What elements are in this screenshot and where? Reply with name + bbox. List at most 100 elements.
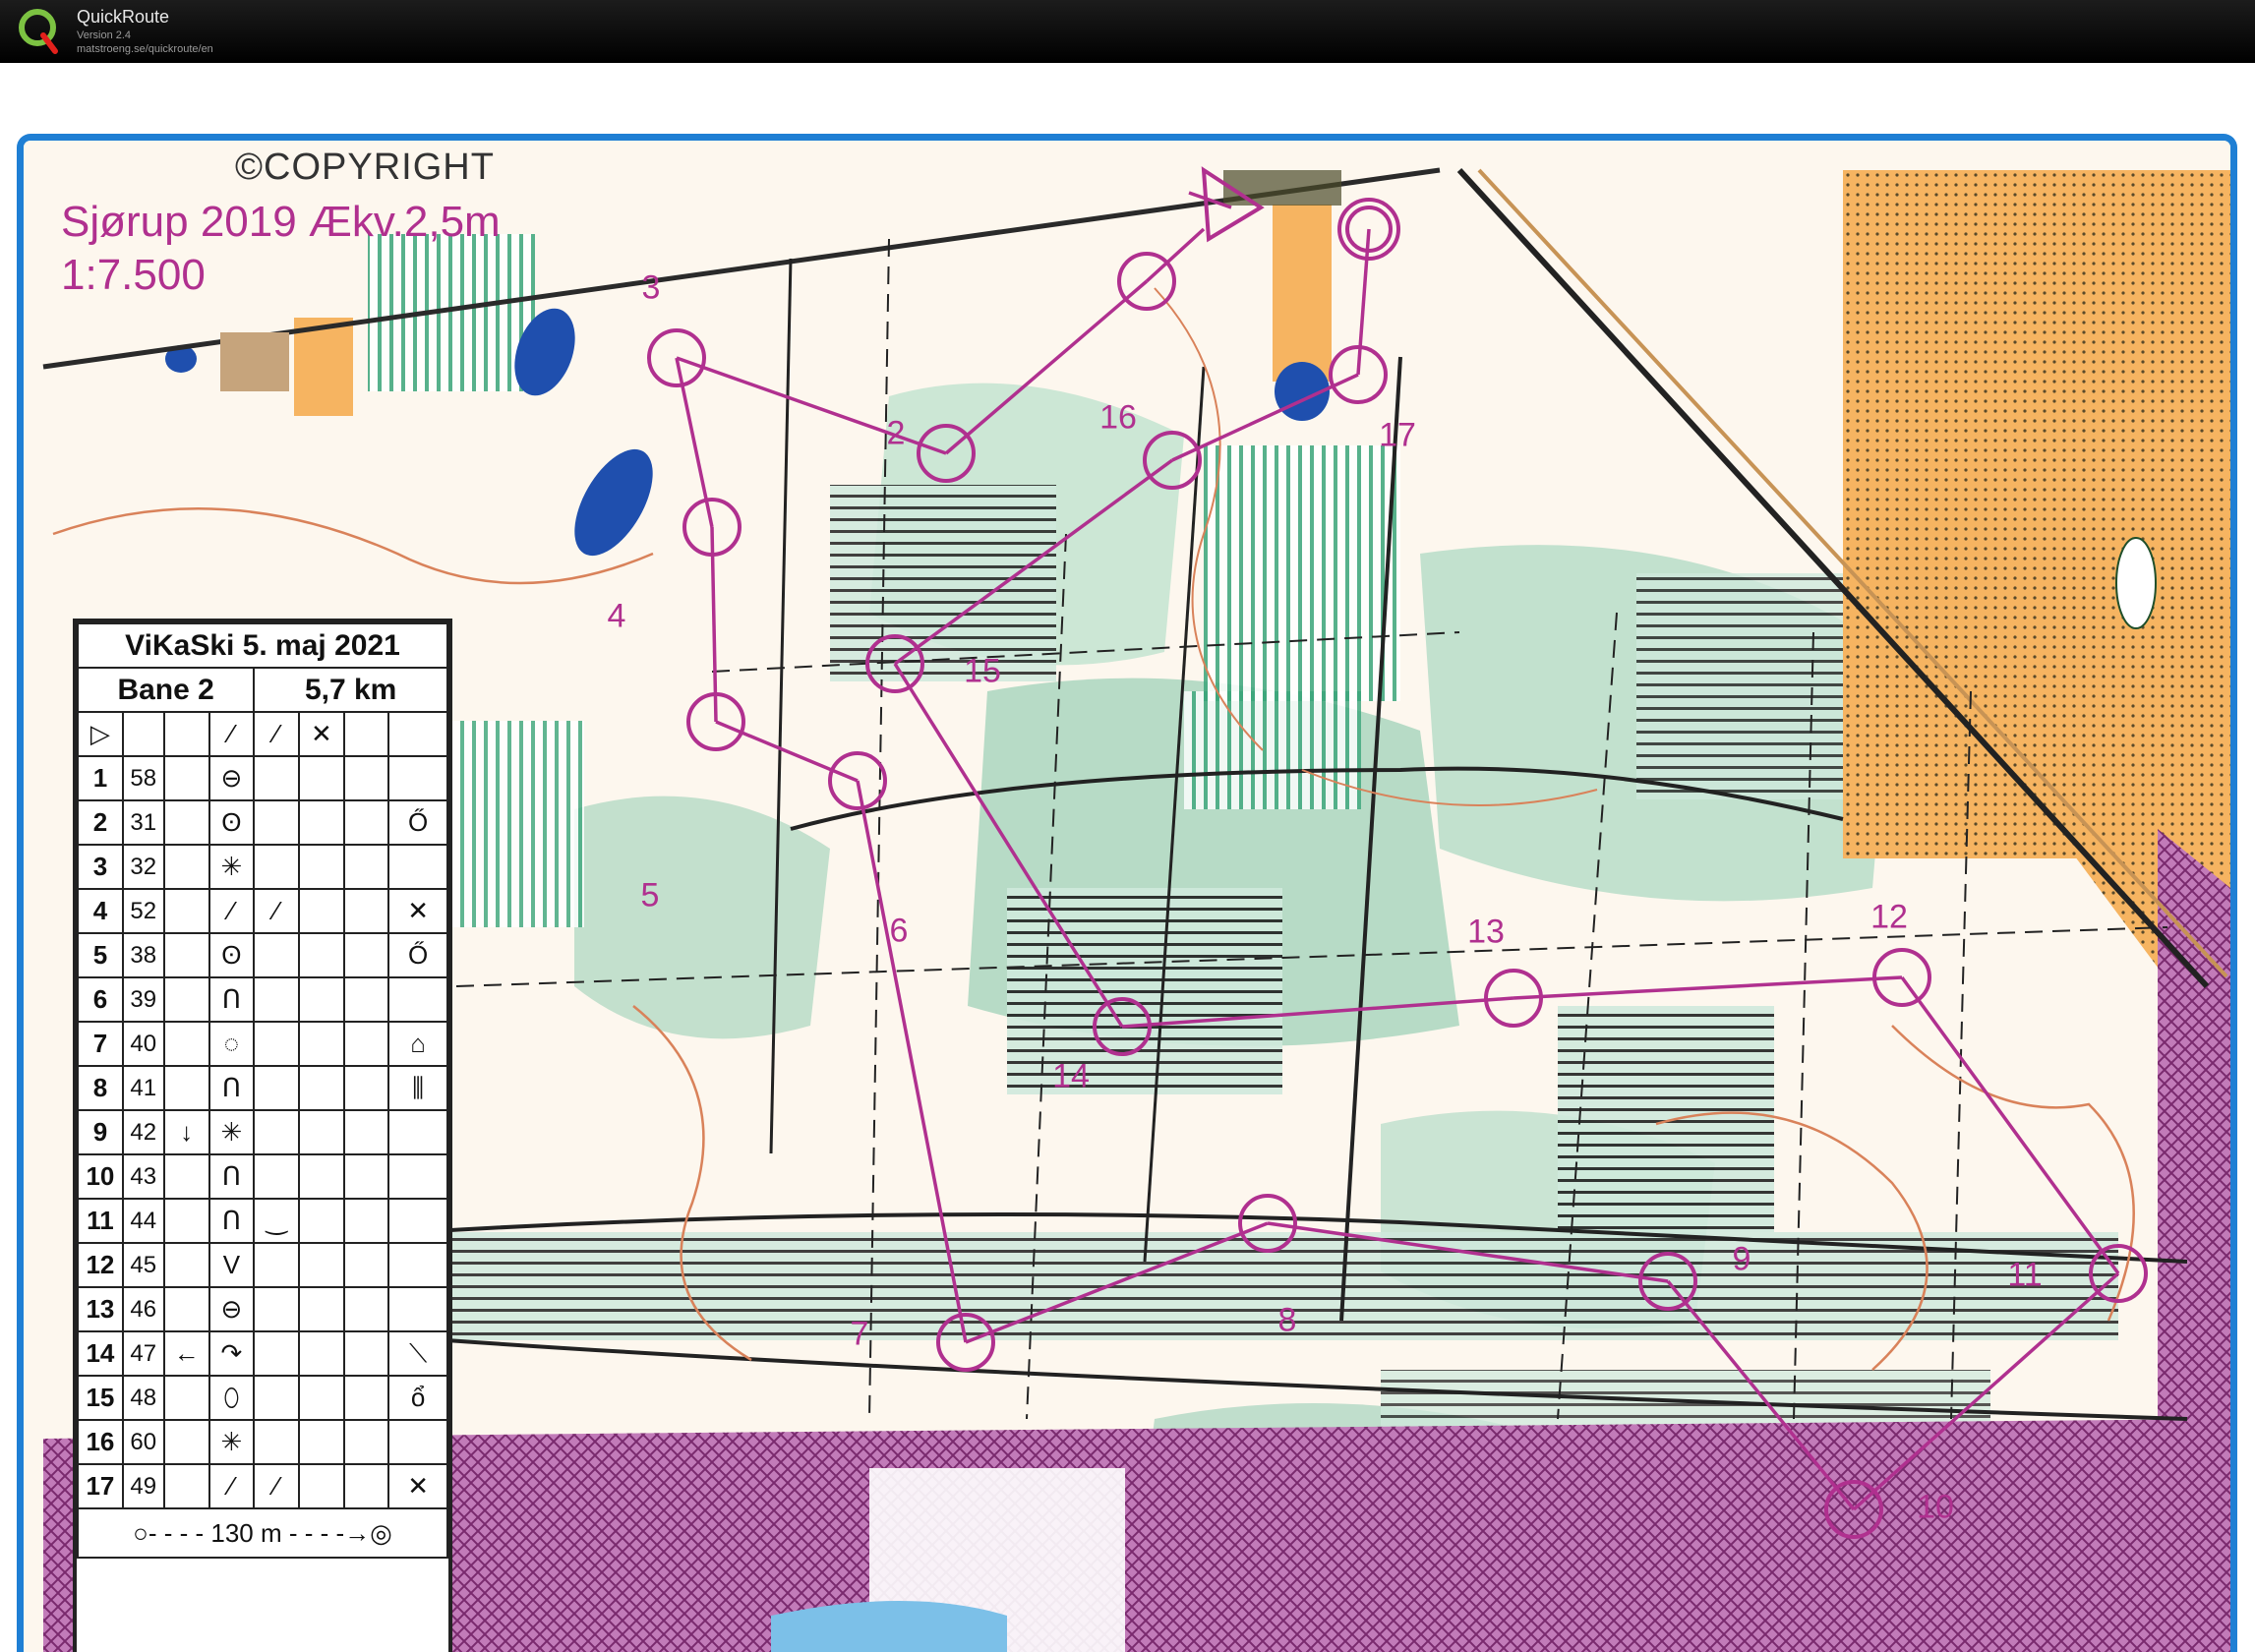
dimension-cell [298,844,345,890]
location-icon: ✕ [387,1463,448,1509]
description-row: 10 43 Ո [77,1153,448,1200]
control-number: 17 [1379,416,1416,454]
dimension-cell [298,1375,345,1421]
appearance-icon [253,1242,301,1288]
control-number: 2 [886,414,906,452]
control-sequence-number: 6 [77,976,124,1023]
appearance-icon [253,976,301,1023]
detail-cell [342,976,390,1023]
feature-icon: Ո [208,1065,256,1111]
feature-icon: ⊖ [208,1286,256,1332]
control-number: 5 [640,876,660,914]
dimension-cell [298,755,345,801]
event-name: ViKaSki 5. maj 2021 [77,622,448,669]
control-sequence-number: 8 [77,1065,124,1111]
course-name: Bane 2 [76,667,256,713]
dimension-cell [298,799,345,846]
map-scale: 1:7.500 [61,251,206,299]
feature-icon: ⁄ [208,1463,256,1509]
appearance-icon [253,1153,301,1200]
location-icon: Ő [387,932,448,978]
dimension-cell [298,1198,345,1244]
which-feature-icon [162,755,210,801]
which-feature-icon: ↓ [162,1109,210,1155]
feature-icon: Ո [208,1198,256,1244]
description-row: 8 41 Ո ⫼ [77,1065,448,1111]
control-code: 43 [121,1153,165,1200]
which-feature-icon [162,1375,210,1421]
detail-cell [342,1463,390,1509]
description-row: 11 44 Ո ‿ [77,1198,448,1244]
start-triangle-icon: ▷ [77,711,124,757]
control-sequence-number: 5 [77,932,124,978]
dimension-cell [298,1065,345,1111]
linear-feature-icon: ⁄ [253,711,301,757]
dimension-cell [298,932,345,978]
appearance-icon: ‿ [253,1198,301,1244]
location-icon [387,755,448,801]
description-row: 5 38 ʘ Ő [77,932,448,978]
which-feature-icon [162,1021,210,1067]
control-number: 11 [2007,1256,2043,1294]
control-code: 48 [121,1375,165,1421]
description-row: 13 46 ⊖ [77,1286,448,1332]
description-row: 14 47 ← ↷ ⟍ [77,1330,448,1377]
dimension-cell [298,888,345,934]
control-sequence-number: 17 [77,1463,124,1509]
location-icon: Ő [387,799,448,846]
appearance-icon [253,1065,301,1111]
dimension-cell [298,976,345,1023]
control-number: 4 [607,597,626,635]
control-sequence-number: 12 [77,1242,124,1288]
feature-icon: ⊖ [208,755,256,801]
control-code: 58 [121,755,165,801]
appearance-icon [253,1419,301,1465]
which-feature-icon [162,799,210,846]
detail-cell [342,1198,390,1244]
appearance-icon [253,799,301,846]
control-code: 41 [121,1065,165,1111]
which-feature-icon [162,1286,210,1332]
control-number: 13 [1467,913,1505,951]
description-row: 3 32 ✳ [77,844,448,890]
description-row: 15 48 ⬯ ổ [77,1375,448,1421]
location-icon: ⟍ [387,1330,448,1377]
control-code: 38 [121,932,165,978]
feature-icon: ✳ [208,1109,256,1155]
dimension-cell [298,1021,345,1067]
control-sequence-number: 14 [77,1330,124,1377]
description-row: 16 60 ✳ [77,1419,448,1465]
control-code: 49 [121,1463,165,1509]
description-row: 4 52 ⁄ ⁄ ✕ [77,888,448,934]
dimension-cell [298,1419,345,1465]
which-feature-icon [162,932,210,978]
control-sequence-number: 7 [77,1021,124,1067]
control-sequence-number: 15 [77,1375,124,1421]
orienteering-map[interactable]: ©COPYRIGHT Sjørup 2019 Ækv.2,5m 1:7.500 … [17,134,2237,1652]
control-sequence-number: 9 [77,1109,124,1155]
control-number: 8 [1277,1301,1297,1339]
dimension-cell [298,1242,345,1288]
control-sequence-number: 1 [77,755,124,801]
location-icon [387,844,448,890]
control-code: 39 [121,976,165,1023]
control-code: 42 [121,1109,165,1155]
feature-icon: ✳ [208,1419,256,1465]
app-url[interactable]: matstroeng.se/quickroute/en [77,43,213,55]
appearance-icon [253,1330,301,1377]
control-sequence-number: 3 [77,844,124,890]
appearance-icon [253,1286,301,1332]
feature-icon: ⁄ [208,888,256,934]
detail-cell [342,1286,390,1332]
dimension-cell [298,1109,345,1155]
control-code: 45 [121,1242,165,1288]
appearance-icon [253,1109,301,1155]
which-feature-icon [162,1153,210,1200]
location-icon [387,1242,448,1288]
which-feature-icon [162,844,210,890]
which-feature-icon [162,1463,210,1509]
control-code: 31 [121,799,165,846]
appearance-icon [253,932,301,978]
quickroute-logo-icon [19,9,58,54]
location-icon [387,1286,448,1332]
